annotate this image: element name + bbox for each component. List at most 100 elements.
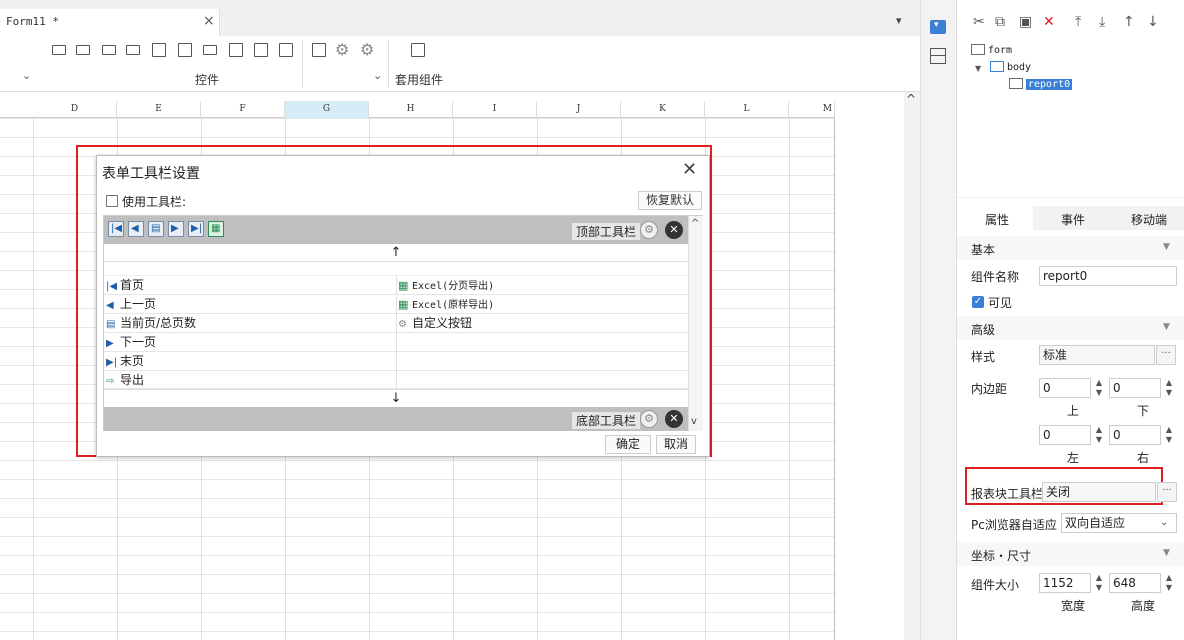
chevron-up-icon[interactable]: ^ — [691, 218, 699, 229]
gear-icon[interactable]: ⚙ — [640, 221, 658, 239]
restore-default-button[interactable]: 恢复默认 — [638, 191, 702, 210]
gear-icon[interactable]: ⚙ — [640, 410, 658, 428]
ellipsis-button[interactable]: ··· — [1157, 482, 1177, 502]
document-tab[interactable]: Form11 * × — [0, 9, 220, 36]
style-field[interactable]: 标准 — [1039, 345, 1155, 365]
textarea-control-icon[interactable] — [229, 43, 243, 57]
tab-menu-icon[interactable]: ▾ — [896, 14, 902, 27]
column-header-cell[interactable]: J — [537, 101, 621, 118]
close-icon[interactable]: × — [203, 13, 215, 29]
move-bottom-icon[interactable]: ⤓ — [1099, 14, 1105, 30]
section-basic[interactable]: 基本 ▼ — [957, 236, 1184, 260]
cut-icon[interactable]: ✂ — [973, 14, 985, 30]
gear-icon[interactable]: ⚙ — [360, 40, 374, 59]
padding-left-stepper[interactable]: ▲ ▼ — [1093, 425, 1105, 445]
tab-events[interactable]: 事件 — [1061, 211, 1085, 228]
column-header-cell[interactable]: E — [117, 101, 201, 118]
next-page-icon: ▶ — [168, 221, 184, 237]
padding-bottom-field[interactable]: 0 — [1109, 378, 1161, 398]
list-scrollbar[interactable]: ^ v — [688, 216, 703, 431]
section-position-size[interactable]: 坐标・尺寸 ▼ — [957, 542, 1184, 566]
ellipsis-button[interactable]: ··· — [1156, 345, 1176, 365]
ok-button[interactable]: 确定 — [605, 435, 651, 454]
close-icon[interactable]: ✕ — [682, 159, 697, 180]
section-advanced[interactable]: 高级 ▼ — [957, 316, 1184, 340]
height-stepper[interactable]: ▲ ▼ — [1163, 573, 1175, 593]
tree-node-report[interactable]: report0 — [1009, 78, 1073, 90]
component-name-field[interactable]: report0 — [1039, 266, 1177, 286]
column-header-cell[interactable]: D — [33, 101, 117, 118]
padding-right-stepper[interactable]: ▲ ▼ — [1163, 425, 1175, 445]
move-down-arrow[interactable]: ↓ — [104, 389, 688, 407]
chevron-down-icon[interactable]: ⌄ — [1160, 517, 1168, 528]
padding-bottom-stepper[interactable]: ▲ ▼ — [1163, 378, 1175, 398]
top-toolbar-preview[interactable]: |◀ ◀ ▤ ▶ ▶| ▦ 顶部工具栏 ⚙ ✕ — [104, 216, 688, 244]
close-icon[interactable]: ✕ — [665, 221, 683, 239]
move-up-arrow[interactable]: ↑ — [104, 244, 688, 262]
padding-left-field[interactable]: 0 — [1039, 425, 1091, 445]
paste-icon[interactable]: ▣ — [1019, 14, 1032, 30]
list-item-prev-page[interactable]: ◀ 上一页 — [106, 297, 156, 312]
column-header-cell[interactable]: H — [369, 101, 453, 118]
chevron-down-icon[interactable]: v — [691, 416, 697, 427]
property-tabs: 属性 事件 移动端 — [957, 206, 1184, 230]
list-item-last-page[interactable]: ▶| 末页 — [106, 354, 144, 369]
date-control-icon[interactable] — [178, 43, 192, 57]
visible-checkbox[interactable]: ✓ — [972, 296, 984, 308]
chevron-up-icon[interactable]: ^ — [906, 92, 916, 106]
column-header-cell[interactable]: I — [453, 101, 537, 118]
layout-icon[interactable] — [930, 48, 946, 64]
delete-icon[interactable]: ✕ — [1043, 14, 1055, 30]
layout-block-icon[interactable] — [411, 43, 425, 57]
list-item-first-page[interactable]: |◀ 首页 — [106, 278, 144, 293]
padding-top-stepper[interactable]: ▲ ▼ — [1093, 378, 1105, 398]
number-control-icon[interactable] — [203, 45, 217, 55]
edit-tools: ✂ ⧉ ▣ ✕ ⤒ ⤓ ↑ ↓ — [971, 14, 1181, 34]
column-header-cell-selected[interactable]: G — [285, 101, 369, 118]
sheet-scrollbar[interactable]: ^ — [904, 92, 920, 640]
chevron-down-icon[interactable]: ⌄ — [22, 69, 31, 82]
move-up-icon[interactable]: ↑ — [1123, 14, 1135, 30]
tree-node-form[interactable]: form — [971, 44, 1012, 56]
tab-attributes[interactable]: 属性 — [985, 211, 1009, 228]
list-item-export[interactable]: ⇨ 导出 — [106, 373, 144, 388]
checkbox-group-icon[interactable] — [279, 43, 293, 57]
column-header-cell[interactable]: L — [705, 101, 789, 118]
label-control-icon[interactable] — [76, 45, 90, 55]
gear-icon: ⚙ — [398, 319, 407, 330]
list-item-next-page[interactable]: ▶ 下一页 — [106, 335, 156, 350]
width-field[interactable]: 1152 — [1039, 573, 1091, 593]
padding-right-field[interactable]: 0 — [1109, 425, 1161, 445]
cancel-button[interactable]: 取消 — [656, 435, 696, 454]
button-control-icon[interactable] — [102, 45, 116, 55]
bottom-toolbar-preview[interactable]: 底部工具栏 ⚙ ✕ — [104, 407, 688, 431]
textbox-control-icon[interactable] — [52, 45, 66, 55]
padding-top-field[interactable]: 0 — [1039, 378, 1091, 398]
chevron-down-icon[interactable]: ⌄ — [373, 69, 382, 82]
gear-icon[interactable]: ⚙ — [335, 40, 349, 59]
report-toolbar-field[interactable]: 关闭 — [1042, 482, 1156, 502]
width-stepper[interactable]: ▲ ▼ — [1093, 573, 1105, 593]
list-item-page-count[interactable]: ▤ 当前页/总页数 — [106, 316, 196, 331]
combo-control-icon[interactable] — [152, 43, 166, 57]
tree-node-body[interactable]: body — [990, 61, 1031, 73]
component-settings-icon[interactable]: ▾ — [930, 20, 946, 34]
column-header-cell[interactable]: M — [789, 101, 835, 118]
height-field[interactable]: 648 — [1109, 573, 1161, 593]
close-icon[interactable]: ✕ — [665, 410, 683, 428]
style-label: 样式 — [971, 350, 996, 364]
search-control-icon[interactable] — [312, 43, 326, 57]
copy-icon[interactable]: ⧉ — [995, 14, 1005, 30]
use-toolbar-checkbox[interactable] — [106, 195, 118, 207]
tab-mobile[interactable]: 移动端 — [1131, 211, 1167, 228]
dropdown-control-icon[interactable] — [126, 45, 140, 55]
expand-icon[interactable]: ▼ — [975, 64, 981, 73]
column-header-cell[interactable]: F — [201, 101, 285, 118]
list-item-excel-paged[interactable]: ▦ Excel(分页导出) — [398, 278, 494, 293]
column-header-cell[interactable]: K — [621, 101, 705, 118]
radio-group-icon[interactable] — [254, 43, 268, 57]
list-item-custom-button[interactable]: ⚙ 自定义按钮 — [398, 316, 472, 331]
list-item-excel-original[interactable]: ▦ Excel(原样导出) — [398, 297, 494, 312]
move-top-icon[interactable]: ⤒ — [1075, 14, 1081, 30]
move-down-icon[interactable]: ↓ — [1147, 14, 1159, 30]
